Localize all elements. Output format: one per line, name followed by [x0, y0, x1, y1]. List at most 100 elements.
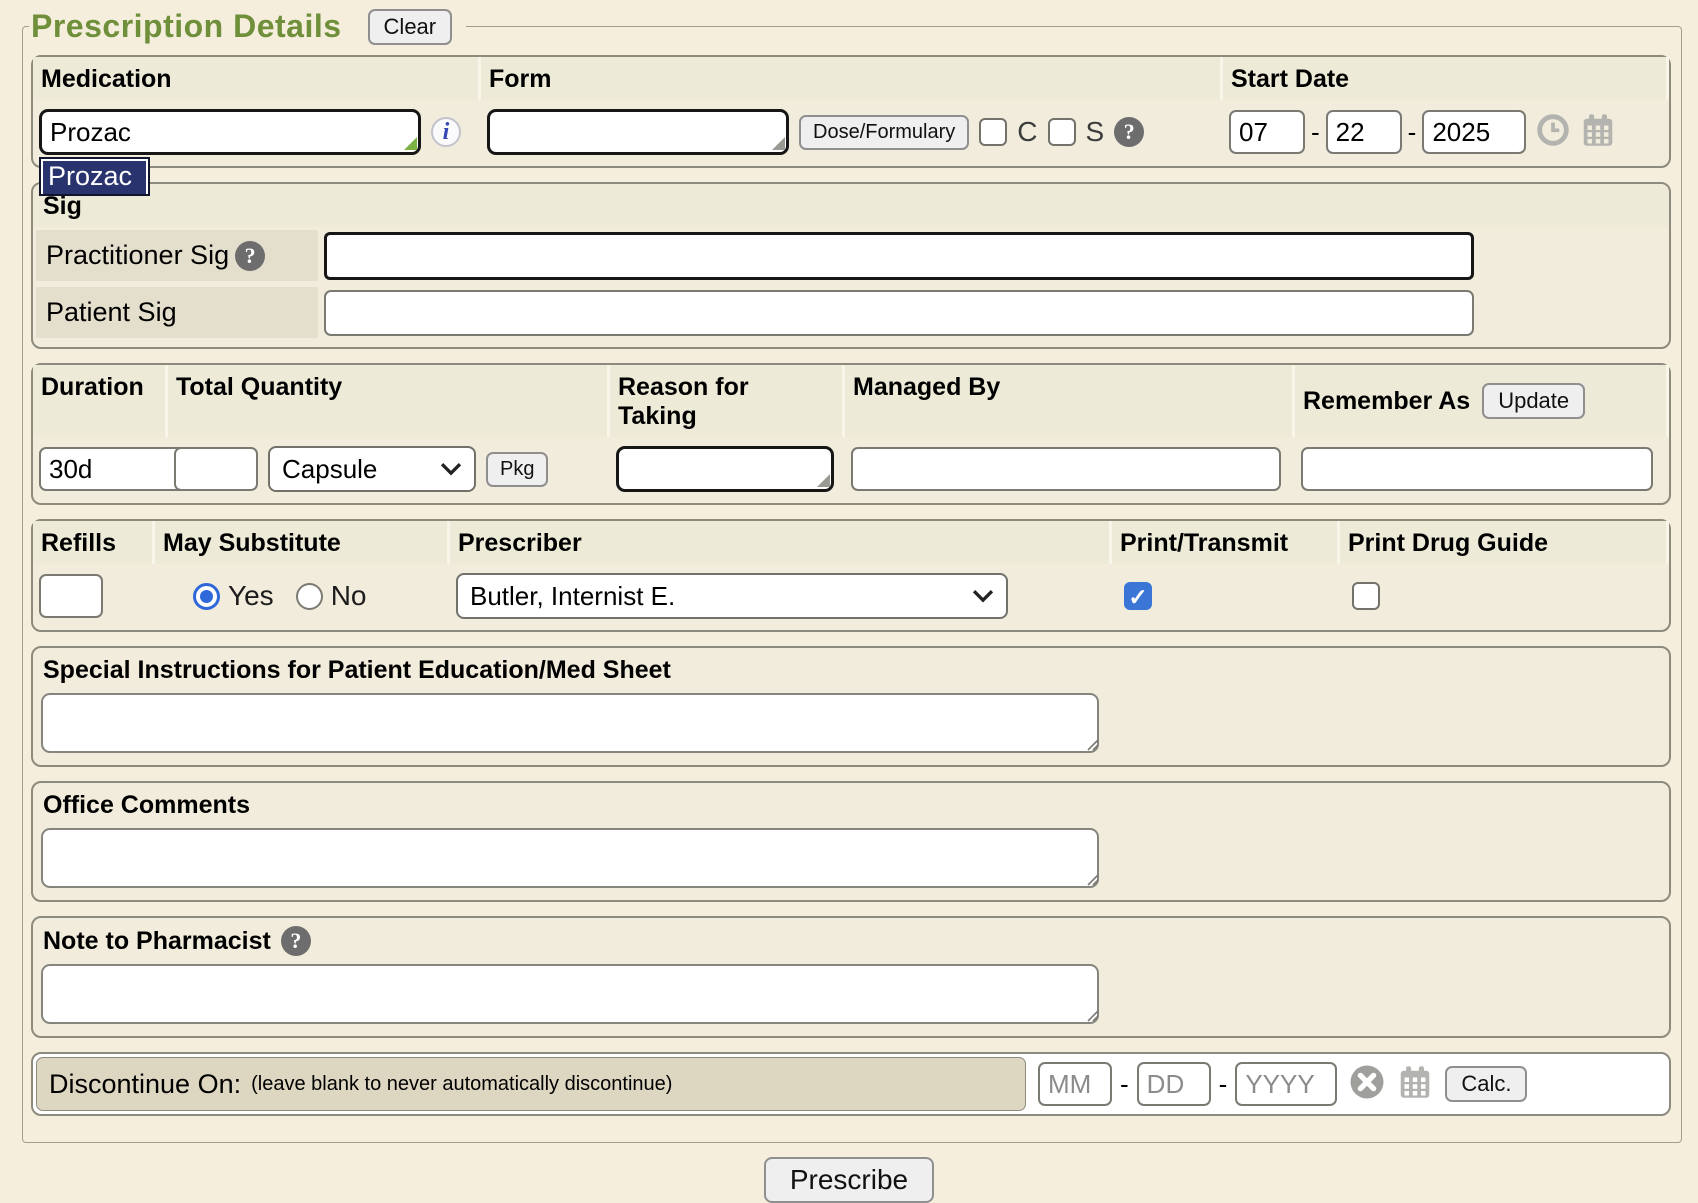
start-month-input[interactable] — [1229, 110, 1305, 154]
patient-sig-label-cell: Patient Sig — [36, 287, 318, 338]
office-comments-textarea[interactable] — [41, 828, 1099, 888]
calendar-icon[interactable] — [1397, 1064, 1433, 1105]
calc-button[interactable]: Calc. — [1445, 1066, 1527, 1102]
may-substitute-header: May Substitute — [155, 521, 450, 564]
resize-grip-icon[interactable] — [817, 474, 830, 487]
office-comments-header: Office Comments — [33, 783, 1669, 826]
page-title: Prescription Details — [31, 8, 342, 45]
reason-header: Reason for Taking — [610, 365, 845, 437]
update-button[interactable]: Update — [1482, 383, 1585, 419]
managed-by-input[interactable] — [851, 447, 1281, 491]
cs-help-icon[interactable]: ? — [1114, 117, 1144, 147]
print-drug-guide-header: Print Drug Guide — [1340, 521, 1669, 564]
options-section: Refills May Substitute Prescriber Print/… — [31, 519, 1671, 632]
practitioner-sig-label: Practitioner Sig — [46, 240, 229, 271]
sig-header: Sig — [33, 184, 1669, 227]
print-transmit-header: Print/Transmit — [1112, 521, 1340, 564]
prescriber-select[interactable]: Butler, Internist E. — [456, 573, 1008, 619]
clear-date-icon[interactable] — [1349, 1064, 1385, 1105]
print-drug-guide-cell — [1340, 564, 1669, 630]
remember-as-header-cell: Remember As Update — [1295, 365, 1669, 437]
remember-as-input[interactable] — [1301, 447, 1653, 491]
patient-sig-label: Patient Sig — [46, 297, 177, 328]
print-transmit-cell: ✓ — [1112, 564, 1340, 630]
refills-header: Refills — [33, 521, 155, 564]
special-instructions-textarea[interactable] — [41, 693, 1099, 753]
refills-input[interactable] — [39, 574, 103, 618]
resize-grip-icon[interactable] — [1082, 1005, 1100, 1028]
sig-section: Sig Practitioner Sig? Patient Sig — [31, 182, 1671, 349]
clear-button[interactable]: Clear — [368, 9, 453, 45]
resize-grip-icon[interactable] — [772, 137, 785, 150]
form-header: Form — [481, 57, 1223, 100]
details-section: Duration Total Quantity Reason for Takin… — [31, 363, 1671, 505]
substitute-no-radio[interactable] — [296, 583, 323, 610]
prescriber-select-value: Butler, Internist E. — [470, 581, 675, 612]
managed-by-cell — [845, 437, 1295, 503]
special-instructions-section: Special Instructions for Patient Educati… — [31, 646, 1671, 767]
medication-input[interactable] — [39, 109, 421, 155]
may-substitute-cell: Yes No — [155, 564, 450, 630]
discontinue-year-input[interactable] — [1235, 1062, 1337, 1106]
s-checkbox[interactable] — [1048, 118, 1076, 146]
duration-cell — [33, 437, 168, 503]
clock-icon[interactable] — [1536, 113, 1570, 152]
substitute-no-label: No — [331, 580, 367, 612]
chevron-down-icon — [440, 462, 462, 476]
practitioner-sig-label-cell: Practitioner Sig? — [36, 230, 318, 281]
print-drug-guide-checkbox[interactable] — [1352, 582, 1380, 610]
resize-grip-icon[interactable] — [1082, 734, 1100, 757]
discontinue-month-input[interactable] — [1038, 1062, 1112, 1106]
fieldset-legend: Prescription Details Clear — [29, 8, 466, 45]
remember-as-cell — [1295, 437, 1669, 503]
prescriber-cell: Butler, Internist E. — [450, 564, 1112, 630]
substitute-yes-radio[interactable] — [193, 583, 220, 610]
date-separator: - — [1120, 1069, 1129, 1100]
s-checkbox-label: S — [1086, 116, 1105, 148]
autocomplete-item-prozac[interactable]: Prozac — [43, 161, 146, 194]
total-quantity-cell: Capsule Pkg — [168, 437, 610, 503]
discontinue-label-cell: Discontinue On: (leave blank to never au… — [36, 1057, 1026, 1111]
c-checkbox-label: C — [1017, 116, 1037, 148]
calendar-icon[interactable] — [1580, 112, 1616, 153]
remember-as-header: Remember As — [1303, 387, 1470, 416]
start-date-header: Start Date — [1223, 57, 1669, 100]
practitioner-sig-help-icon[interactable]: ? — [235, 241, 265, 271]
date-separator: - — [1311, 117, 1320, 148]
note-to-pharmacist-textarea[interactable] — [41, 964, 1099, 1024]
note-to-pharmacist-help-icon[interactable]: ? — [281, 926, 311, 956]
patient-sig-input[interactable] — [324, 290, 1474, 336]
chevron-down-icon — [972, 589, 994, 603]
prescribe-button[interactable]: Prescribe — [764, 1157, 934, 1203]
dose-formulary-button[interactable]: Dose/Formulary — [799, 115, 969, 150]
print-transmit-checkbox[interactable]: ✓ — [1124, 582, 1152, 610]
pkg-button[interactable]: Pkg — [486, 452, 548, 487]
prescriber-header: Prescriber — [450, 521, 1112, 564]
managed-by-header: Managed By — [845, 365, 1295, 437]
office-comments-section: Office Comments — [31, 781, 1671, 902]
discontinue-day-input[interactable] — [1137, 1062, 1211, 1106]
note-to-pharmacist-section: Note to Pharmacist ? — [31, 916, 1671, 1038]
resize-grip-icon[interactable] — [404, 137, 417, 150]
start-year-input[interactable] — [1422, 110, 1526, 154]
discontinue-section: Discontinue On: (leave blank to never au… — [31, 1052, 1671, 1116]
form-input[interactable] — [487, 109, 789, 155]
form-cell: Dose/Formulary C S ? — [481, 100, 1223, 166]
date-separator: - — [1408, 117, 1417, 148]
start-day-input[interactable] — [1326, 110, 1402, 154]
total-quantity-input[interactable] — [174, 447, 258, 491]
medication-info-icon[interactable]: i — [431, 117, 461, 147]
refills-cell — [33, 564, 155, 630]
reason-input[interactable] — [616, 446, 834, 492]
practitioner-sig-input[interactable] — [324, 232, 1474, 280]
c-checkbox[interactable] — [979, 118, 1007, 146]
substitute-yes-label: Yes — [228, 580, 274, 612]
form-select[interactable]: Capsule — [268, 446, 476, 492]
duration-header: Duration — [33, 365, 168, 437]
resize-grip-icon[interactable] — [1082, 869, 1100, 892]
medication-section: Medication Form Start Date Prozac i — [31, 55, 1671, 168]
form-select-value: Capsule — [282, 454, 377, 485]
note-to-pharmacist-header: Note to Pharmacist — [43, 927, 271, 956]
medication-cell: Prozac i — [33, 100, 481, 166]
medication-autocomplete-dropdown: Prozac — [39, 157, 150, 196]
